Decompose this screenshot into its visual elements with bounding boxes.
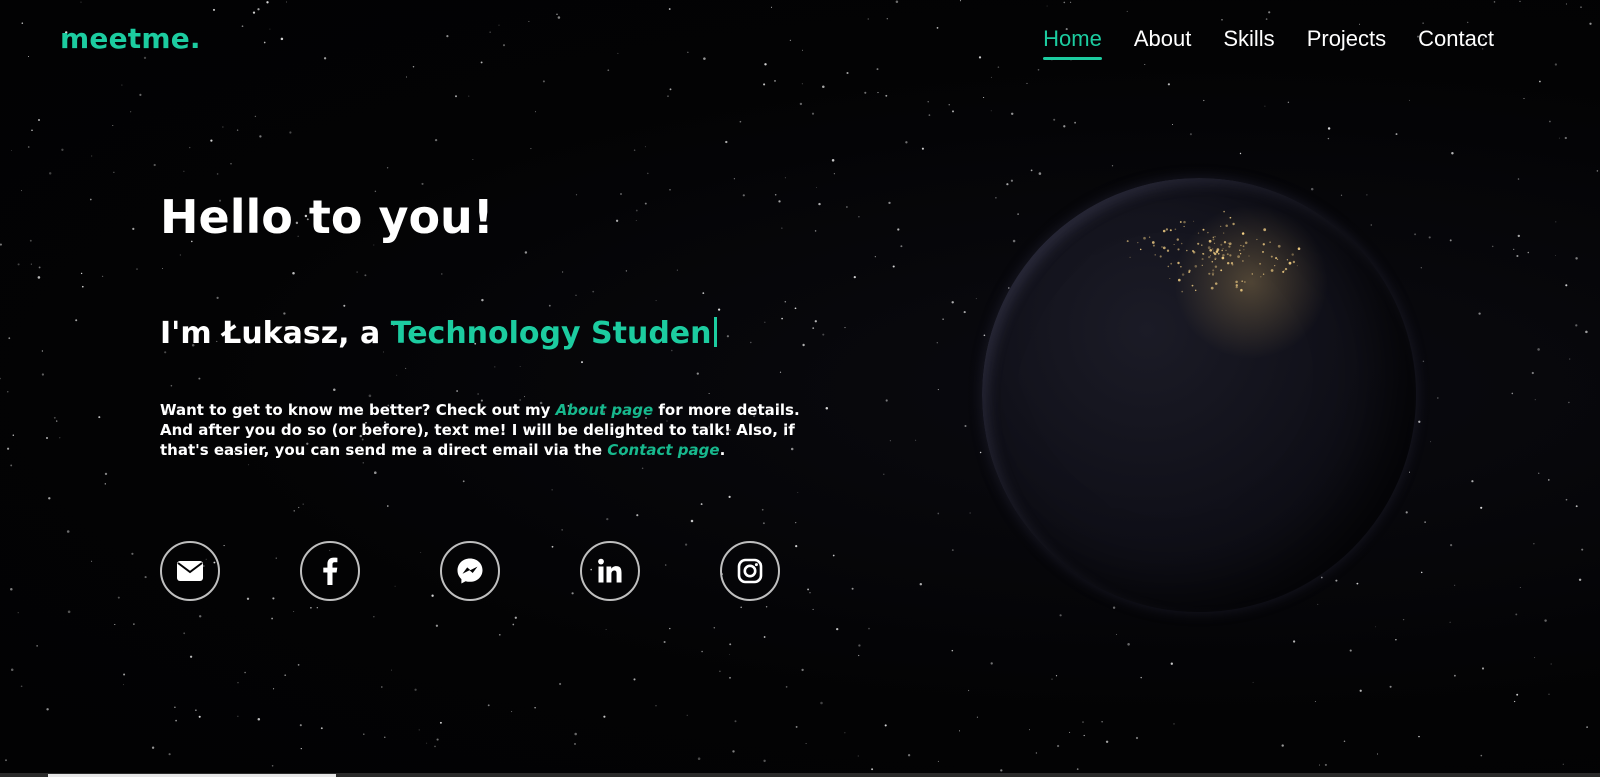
site-logo[interactable]: meetme.: [60, 22, 201, 55]
earth-globe-image: [982, 178, 1416, 612]
page: meetme. Home About Skills Projects Conta…: [0, 0, 1600, 777]
hero-intro: I'm Łukasz, a Technology Studen: [160, 316, 717, 351]
linkedin-button[interactable]: [580, 541, 640, 601]
contact-page-link[interactable]: Contact page: [607, 441, 719, 459]
instagram-icon: [737, 558, 763, 584]
hero-title: Hello to you!: [160, 190, 494, 244]
instagram-button[interactable]: [720, 541, 780, 601]
social-links: [160, 541, 780, 601]
nav-item-projects[interactable]: Projects: [1307, 26, 1386, 60]
facebook-icon: [323, 557, 338, 585]
nav-item-skills[interactable]: Skills: [1223, 26, 1274, 60]
city-lights-decoration: [1126, 210, 1301, 293]
nav-item-home[interactable]: Home: [1043, 26, 1102, 60]
typing-caret: [713, 317, 717, 347]
messenger-icon: [457, 558, 483, 584]
description-text-3: .: [719, 441, 726, 459]
facebook-button[interactable]: [300, 541, 360, 601]
hero-intro-typed-role: Technology Studen: [390, 316, 712, 351]
main-nav: Home About Skills Projects Contact: [1043, 26, 1494, 60]
hero-description: Want to get to know me better? Check out…: [160, 400, 800, 460]
scroll-progress-bar: [0, 773, 1600, 777]
messenger-button[interactable]: [440, 541, 500, 601]
about-page-link[interactable]: About page: [556, 401, 654, 419]
linkedin-icon: [598, 558, 622, 583]
envelope-icon: [177, 561, 203, 581]
hero-intro-prefix: I'm Łukasz, a: [160, 316, 391, 351]
nav-item-contact[interactable]: Contact: [1418, 26, 1494, 60]
email-button[interactable]: [160, 541, 220, 601]
description-text-1: Want to get to know me better? Check out…: [160, 401, 556, 419]
nav-item-about[interactable]: About: [1134, 26, 1192, 60]
